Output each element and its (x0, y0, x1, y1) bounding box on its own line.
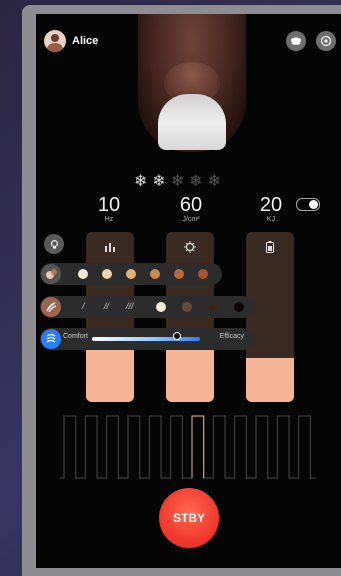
cooling-level[interactable]: ❄ ❄ ❄ ❄ ❄ (134, 174, 221, 190)
hair-color-icon (46, 269, 57, 279)
bar-chart-icon (105, 243, 115, 252)
skin-type-swatch[interactable] (234, 302, 244, 312)
mode-track[interactable] (92, 337, 200, 341)
hair-color-swatch[interactable] (174, 269, 184, 279)
efficacy-label: Efficacy (219, 333, 244, 340)
comfort-label: Comfort (63, 333, 88, 340)
treatment-mode-slider[interactable]: Comfort Efficacy (40, 328, 254, 350)
hair-color-swatch[interactable] (126, 269, 136, 279)
energy-readout: 20 KJ (256, 194, 286, 223)
mode-icon (46, 333, 56, 343)
frequency-value: 10 (97, 194, 121, 216)
energy-bar[interactable] (246, 232, 294, 402)
snowflake-icon[interactable]: ❄ (171, 174, 184, 190)
hair-color-selector[interactable] (40, 263, 222, 285)
frequency-unit: Hz (104, 216, 114, 223)
snowflake-icon[interactable]: ❄ (189, 174, 202, 190)
hair-color-swatch[interactable] (102, 269, 112, 279)
neck (158, 94, 226, 150)
skin-tone-button[interactable] (286, 31, 306, 51)
battery-icon (265, 241, 275, 254)
light-button[interactable] (44, 234, 64, 254)
hair-type-selector[interactable]: ////// (40, 296, 254, 318)
fluence-value: 60 (179, 194, 203, 216)
energy-unit: KJ (266, 216, 276, 223)
user-profile[interactable]: Alice (44, 30, 98, 52)
frequency-readout: 10 Hz (94, 194, 124, 223)
fluence-readout: 60 J/cm² (171, 194, 211, 223)
hair-type-option[interactable]: // (104, 301, 109, 311)
pulse-waveform (60, 415, 316, 479)
settings-icon (320, 35, 332, 47)
settings-button[interactable] (316, 31, 336, 51)
hair-color-swatch[interactable] (198, 269, 208, 279)
hair-type-option[interactable]: /// (126, 301, 134, 311)
hair-color-button[interactable] (41, 264, 61, 284)
skin-tone-icon (291, 37, 301, 45)
avatar[interactable] (44, 30, 66, 52)
hair-type-icon (46, 302, 57, 313)
energy-fill (246, 357, 294, 402)
skin-type-swatch[interactable] (156, 302, 166, 312)
snowflake-icon[interactable]: ❄ (208, 174, 221, 190)
skin-type-swatch[interactable] (182, 302, 192, 312)
user-name: Alice (72, 35, 99, 47)
snowflake-icon[interactable]: ❄ (134, 174, 147, 190)
app-screen: Water error! Alice ❄❄❄❄❄ 10 Hz 60 J/cm² … (36, 14, 341, 568)
treatment-area-image (138, 14, 246, 152)
sun-gear-icon (184, 241, 196, 253)
hair-color-swatch[interactable] (78, 269, 88, 279)
hair-type-button[interactable] (41, 297, 61, 317)
skin-type-swatch[interactable] (208, 302, 218, 312)
energy-toggle[interactable] (296, 198, 320, 211)
hair-type-option[interactable]: / (82, 301, 85, 311)
energy-value: 20 (259, 194, 283, 216)
standby-button[interactable]: STBY (159, 488, 219, 548)
lightbulb-icon (50, 239, 58, 249)
hair-color-swatch[interactable] (150, 269, 160, 279)
fluence-unit: J/cm² (182, 216, 200, 223)
mode-button[interactable] (41, 329, 61, 349)
snowflake-icon[interactable]: ❄ (152, 174, 165, 190)
